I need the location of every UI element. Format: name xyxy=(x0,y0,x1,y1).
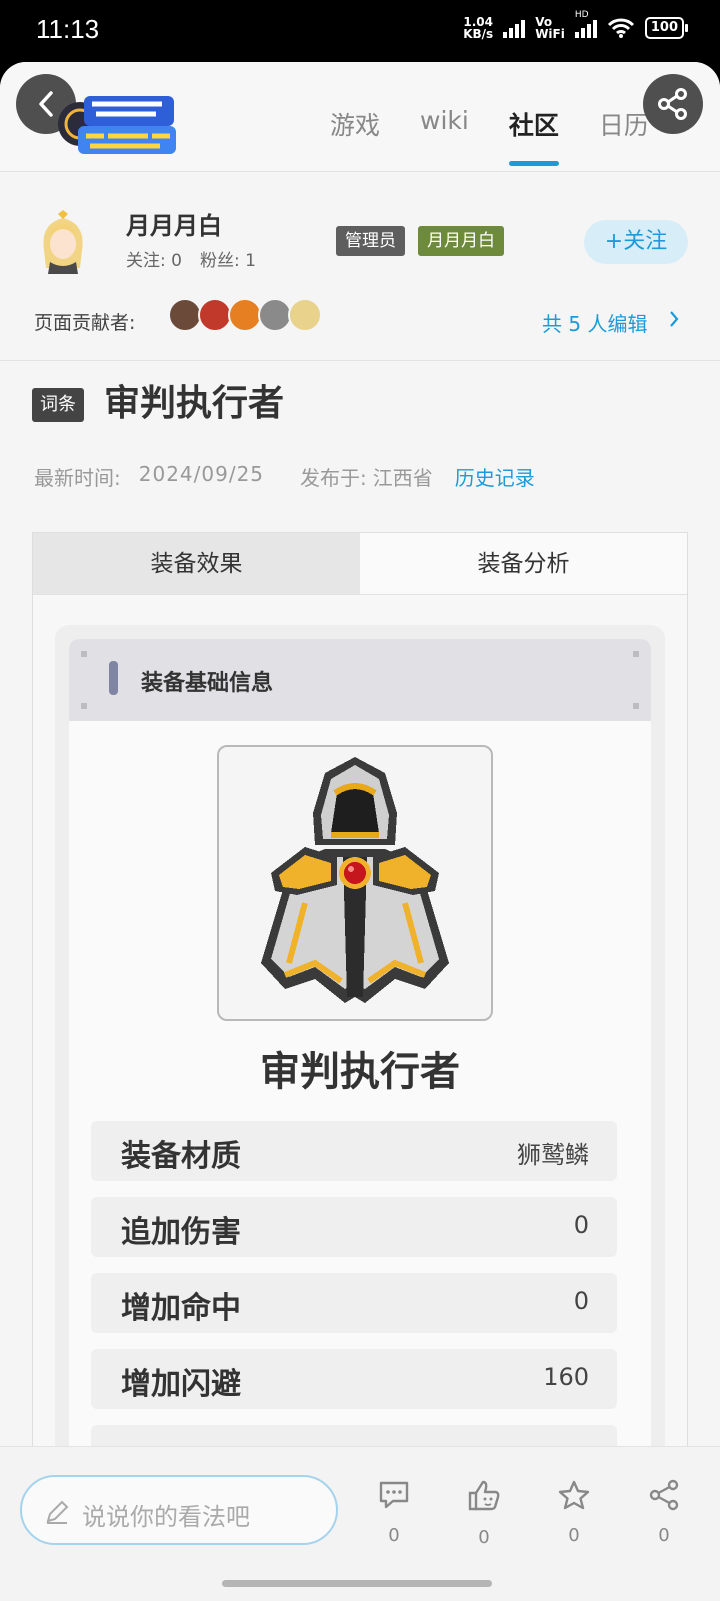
updated-label: 最新时间: xyxy=(34,466,121,490)
corner-decoration xyxy=(81,651,87,657)
item-name: 审判执行者 xyxy=(260,1049,460,1095)
bottom-action-bar: 说说你的看法吧 0 0 0 0 xyxy=(0,1446,720,1601)
stat-label: 增加命中 xyxy=(121,1291,241,1326)
updated-date: 2024/09/25 xyxy=(138,462,265,486)
tab-calendar[interactable]: 日历 xyxy=(599,106,649,166)
stat-label: 装备材质 xyxy=(121,1139,241,1174)
author-info: 月月月白 关注: 0 粉丝: 1 管理员 月月月白 +关注 xyxy=(0,196,720,276)
comment-icon xyxy=(379,1481,409,1509)
contributor-avatar[interactable] xyxy=(288,298,322,332)
history-link[interactable]: 历史记录 xyxy=(455,462,535,491)
stat-value: 狮鹫鳞 xyxy=(517,1141,589,1169)
cellular-signal-icon xyxy=(503,18,526,38)
tab-wiki[interactable]: wiki xyxy=(420,106,469,166)
nav-tabs: 游戏 wiki 社区 日历 xyxy=(330,106,649,166)
stat-value: 0 xyxy=(573,1211,589,1239)
avatar[interactable] xyxy=(36,210,90,274)
stat-row: 追加伤害 0 xyxy=(91,1197,617,1257)
entry-tag: 词条 xyxy=(32,388,84,422)
tab-equipment-effect[interactable]: 装备效果 xyxy=(33,533,360,594)
editors-count-link[interactable]: 共 5 人编辑 xyxy=(542,308,647,337)
page-title: 审判执行者 xyxy=(104,383,285,424)
thumbs-up-icon xyxy=(468,1480,500,1511)
stat-row: 增加命中 0 xyxy=(91,1273,617,1333)
robe-item-image xyxy=(261,757,449,1003)
contributor-avatar[interactable] xyxy=(198,298,232,332)
section-title: 装备基础信息 xyxy=(141,671,274,696)
star-icon xyxy=(558,1480,590,1510)
favorite-count: 0 xyxy=(568,1525,580,1546)
status-bar: 11:13 1.04 KB/s Vo WiFi HD 100 xyxy=(0,0,720,62)
cellular-signal-icon-2 xyxy=(574,18,597,38)
divider xyxy=(0,360,720,361)
equipment-card: 装备效果 装备分析 装备基础信息 审判执行者 装备材质 狮鹫鳞 追加伤害 0 增… xyxy=(32,532,688,1519)
contributors-label: 页面贡献者: xyxy=(34,312,136,334)
corner-decoration xyxy=(633,651,639,657)
basic-info-section: 装备基础信息 审判执行者 装备材质 狮鹫鳞 追加伤害 0 增加命中 0 增加闪避… xyxy=(69,639,651,1519)
stat-label: 追加伤害 xyxy=(121,1215,241,1250)
share-icon xyxy=(658,88,687,120)
comment-button[interactable]: 0 xyxy=(364,1479,424,1546)
author-name[interactable]: 月月月白 xyxy=(126,206,222,241)
tab-community[interactable]: 社区 xyxy=(508,106,559,166)
section-accent-bar xyxy=(109,661,118,695)
stat-label: 增加闪避 xyxy=(121,1367,241,1402)
contributor-avatar[interactable] xyxy=(258,298,292,332)
game-logo xyxy=(58,96,176,154)
like-count: 0 xyxy=(478,1527,490,1548)
tab-games[interactable]: 游戏 xyxy=(330,106,380,166)
fans-count: 粉丝: 1 xyxy=(199,251,256,271)
share-icon xyxy=(649,1479,679,1511)
contributor-avatars xyxy=(168,298,322,332)
author-stats: 关注: 0 粉丝: 1 xyxy=(126,246,256,271)
app-container: 游戏 wiki 社区 日历 月月月白 关注: 0 粉丝: 1 管理员 月月月白 … xyxy=(0,62,720,1601)
corner-decoration xyxy=(633,703,639,709)
item-image-frame[interactable] xyxy=(217,745,493,1021)
pencil-icon xyxy=(46,1500,69,1524)
card-tabs: 装备效果 装备分析 xyxy=(33,533,687,595)
home-indicator[interactable] xyxy=(222,1580,492,1587)
battery-icon: 100 xyxy=(644,17,689,39)
comment-input[interactable]: 说说你的看法吧 xyxy=(20,1475,338,1545)
vowifi-indicator: Vo WiFi xyxy=(535,15,565,41)
comment-count: 0 xyxy=(388,1525,400,1546)
province: 江西省 xyxy=(372,466,433,490)
published-label: 发布于: xyxy=(300,466,367,490)
wifi-icon xyxy=(607,18,634,38)
share-count: 0 xyxy=(658,1525,670,1546)
stat-value: 0 xyxy=(573,1287,589,1315)
stat-row: 增加闪避 160 xyxy=(91,1349,617,1409)
stat-value: 160 xyxy=(543,1363,589,1391)
tab-equipment-analysis[interactable]: 装备分析 xyxy=(360,533,687,594)
info-panel: 装备基础信息 审判执行者 装备材质 狮鹫鳞 追加伤害 0 增加命中 0 增加闪避… xyxy=(55,625,665,1519)
section-header: 装备基础信息 xyxy=(69,639,651,721)
contributors-row[interactable]: 页面贡献者: 共 5 人编辑 xyxy=(0,290,720,350)
share-button[interactable] xyxy=(643,74,703,134)
share-action-button[interactable]: 0 xyxy=(634,1479,694,1546)
contributor-avatar[interactable] xyxy=(168,298,202,332)
hd-signal: HD xyxy=(574,10,597,38)
user-badge: 月月月白 xyxy=(418,226,504,256)
corner-decoration xyxy=(81,703,87,709)
network-speed: 1.04 KB/s xyxy=(463,15,494,41)
admin-badge: 管理员 xyxy=(336,226,405,256)
comment-placeholder: 说说你的看法吧 xyxy=(82,1503,250,1531)
chevron-left-icon xyxy=(39,91,53,117)
status-icons: 1.04 KB/s Vo WiFi HD 100 xyxy=(463,10,689,41)
top-navigation: 游戏 wiki 社区 日历 xyxy=(0,62,720,172)
favorite-button[interactable]: 0 xyxy=(544,1479,604,1546)
like-button[interactable]: 0 xyxy=(454,1479,514,1548)
status-time: 11:13 xyxy=(36,14,100,44)
following-count: 关注: 0 xyxy=(126,251,182,271)
chevron-right-icon xyxy=(670,311,679,327)
stat-row: 装备材质 狮鹫鳞 xyxy=(91,1121,617,1181)
entry-meta: 最新时间: 2024/09/25 发布于: 江西省 历史记录 xyxy=(34,462,553,491)
follow-button[interactable]: +关注 xyxy=(584,220,688,264)
contributor-avatar[interactable] xyxy=(228,298,262,332)
